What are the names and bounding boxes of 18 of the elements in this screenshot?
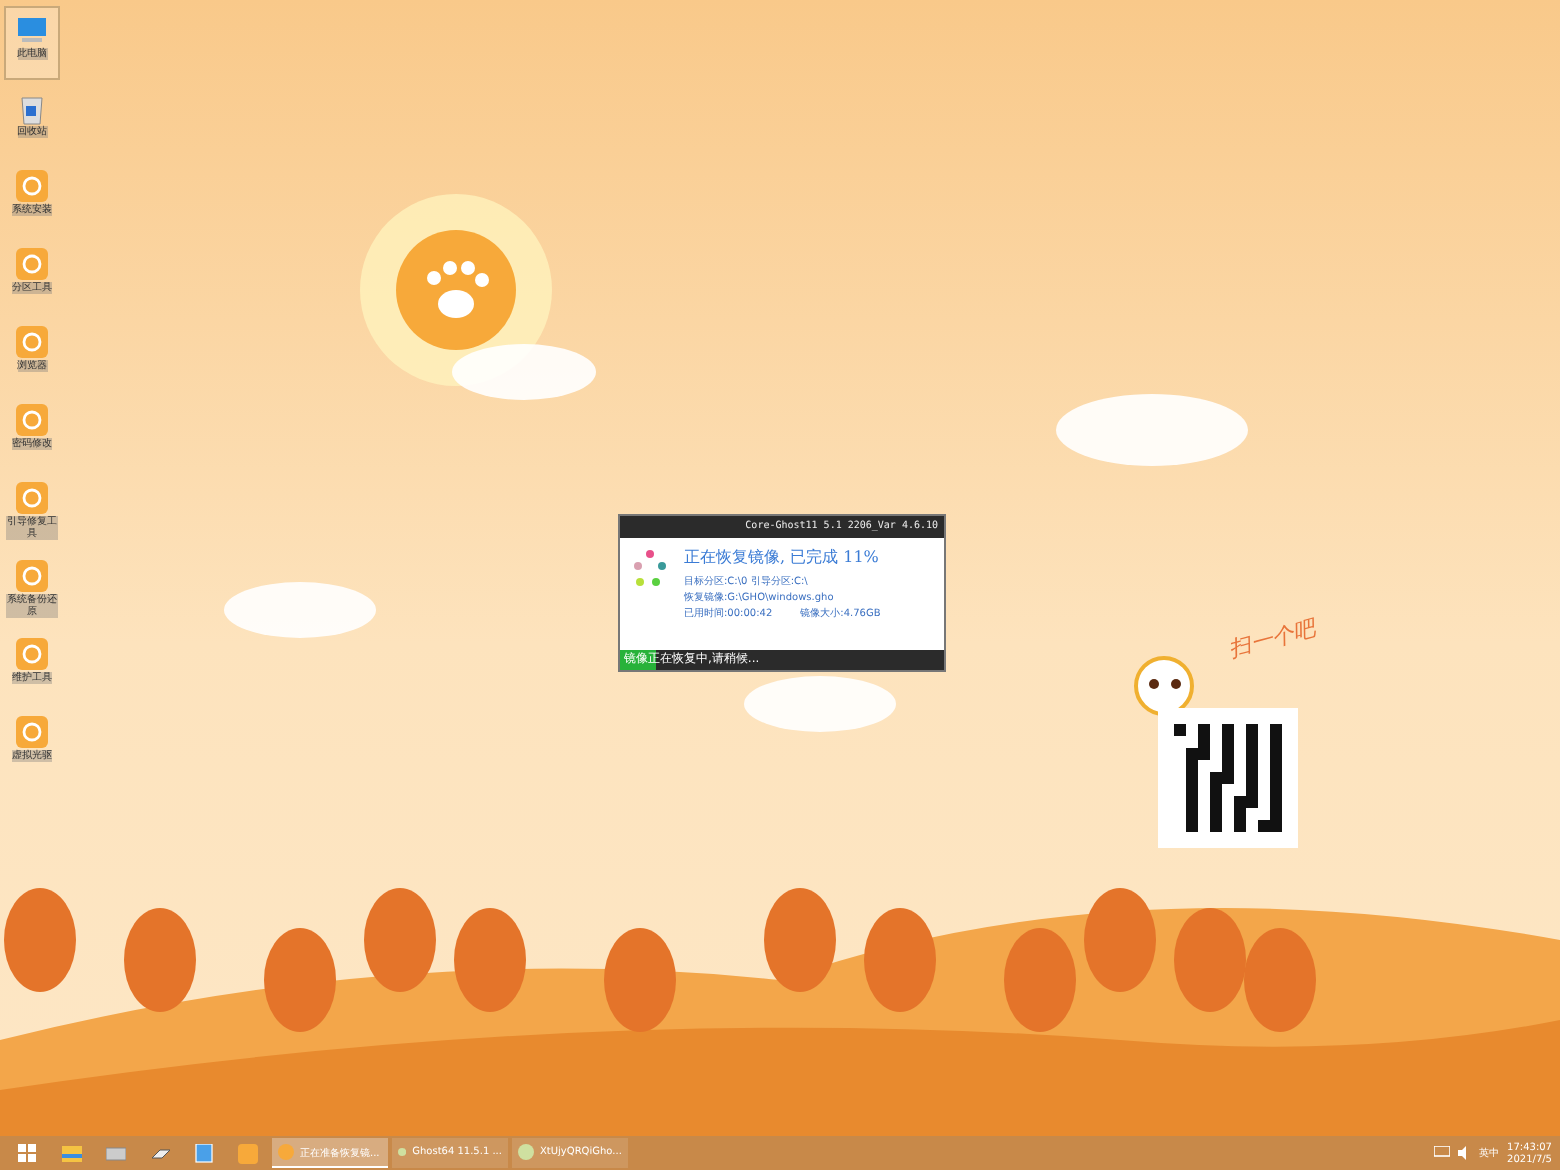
app-icon — [14, 636, 50, 672]
app-icon — [14, 480, 50, 516]
app-icon — [14, 168, 50, 204]
app-icon — [14, 324, 50, 360]
app-icon — [14, 246, 50, 282]
app-icon — [14, 714, 50, 750]
app-icon — [398, 1144, 407, 1160]
app-icon — [518, 1144, 534, 1160]
speaker-icon[interactable] — [1457, 1146, 1472, 1160]
handwritten-caption: 扫一个吧 — [1225, 613, 1319, 665]
app-icon — [14, 558, 50, 594]
app-icon — [14, 402, 50, 438]
network-icon[interactable] — [1433, 1146, 1450, 1160]
computer-icon — [14, 12, 50, 48]
app-icon — [278, 1144, 294, 1160]
progress-heading: 正在恢复镜像, 已完成 11% — [684, 546, 881, 568]
cloud-drawing — [452, 344, 596, 400]
qr-code-icon — [1174, 724, 1282, 832]
